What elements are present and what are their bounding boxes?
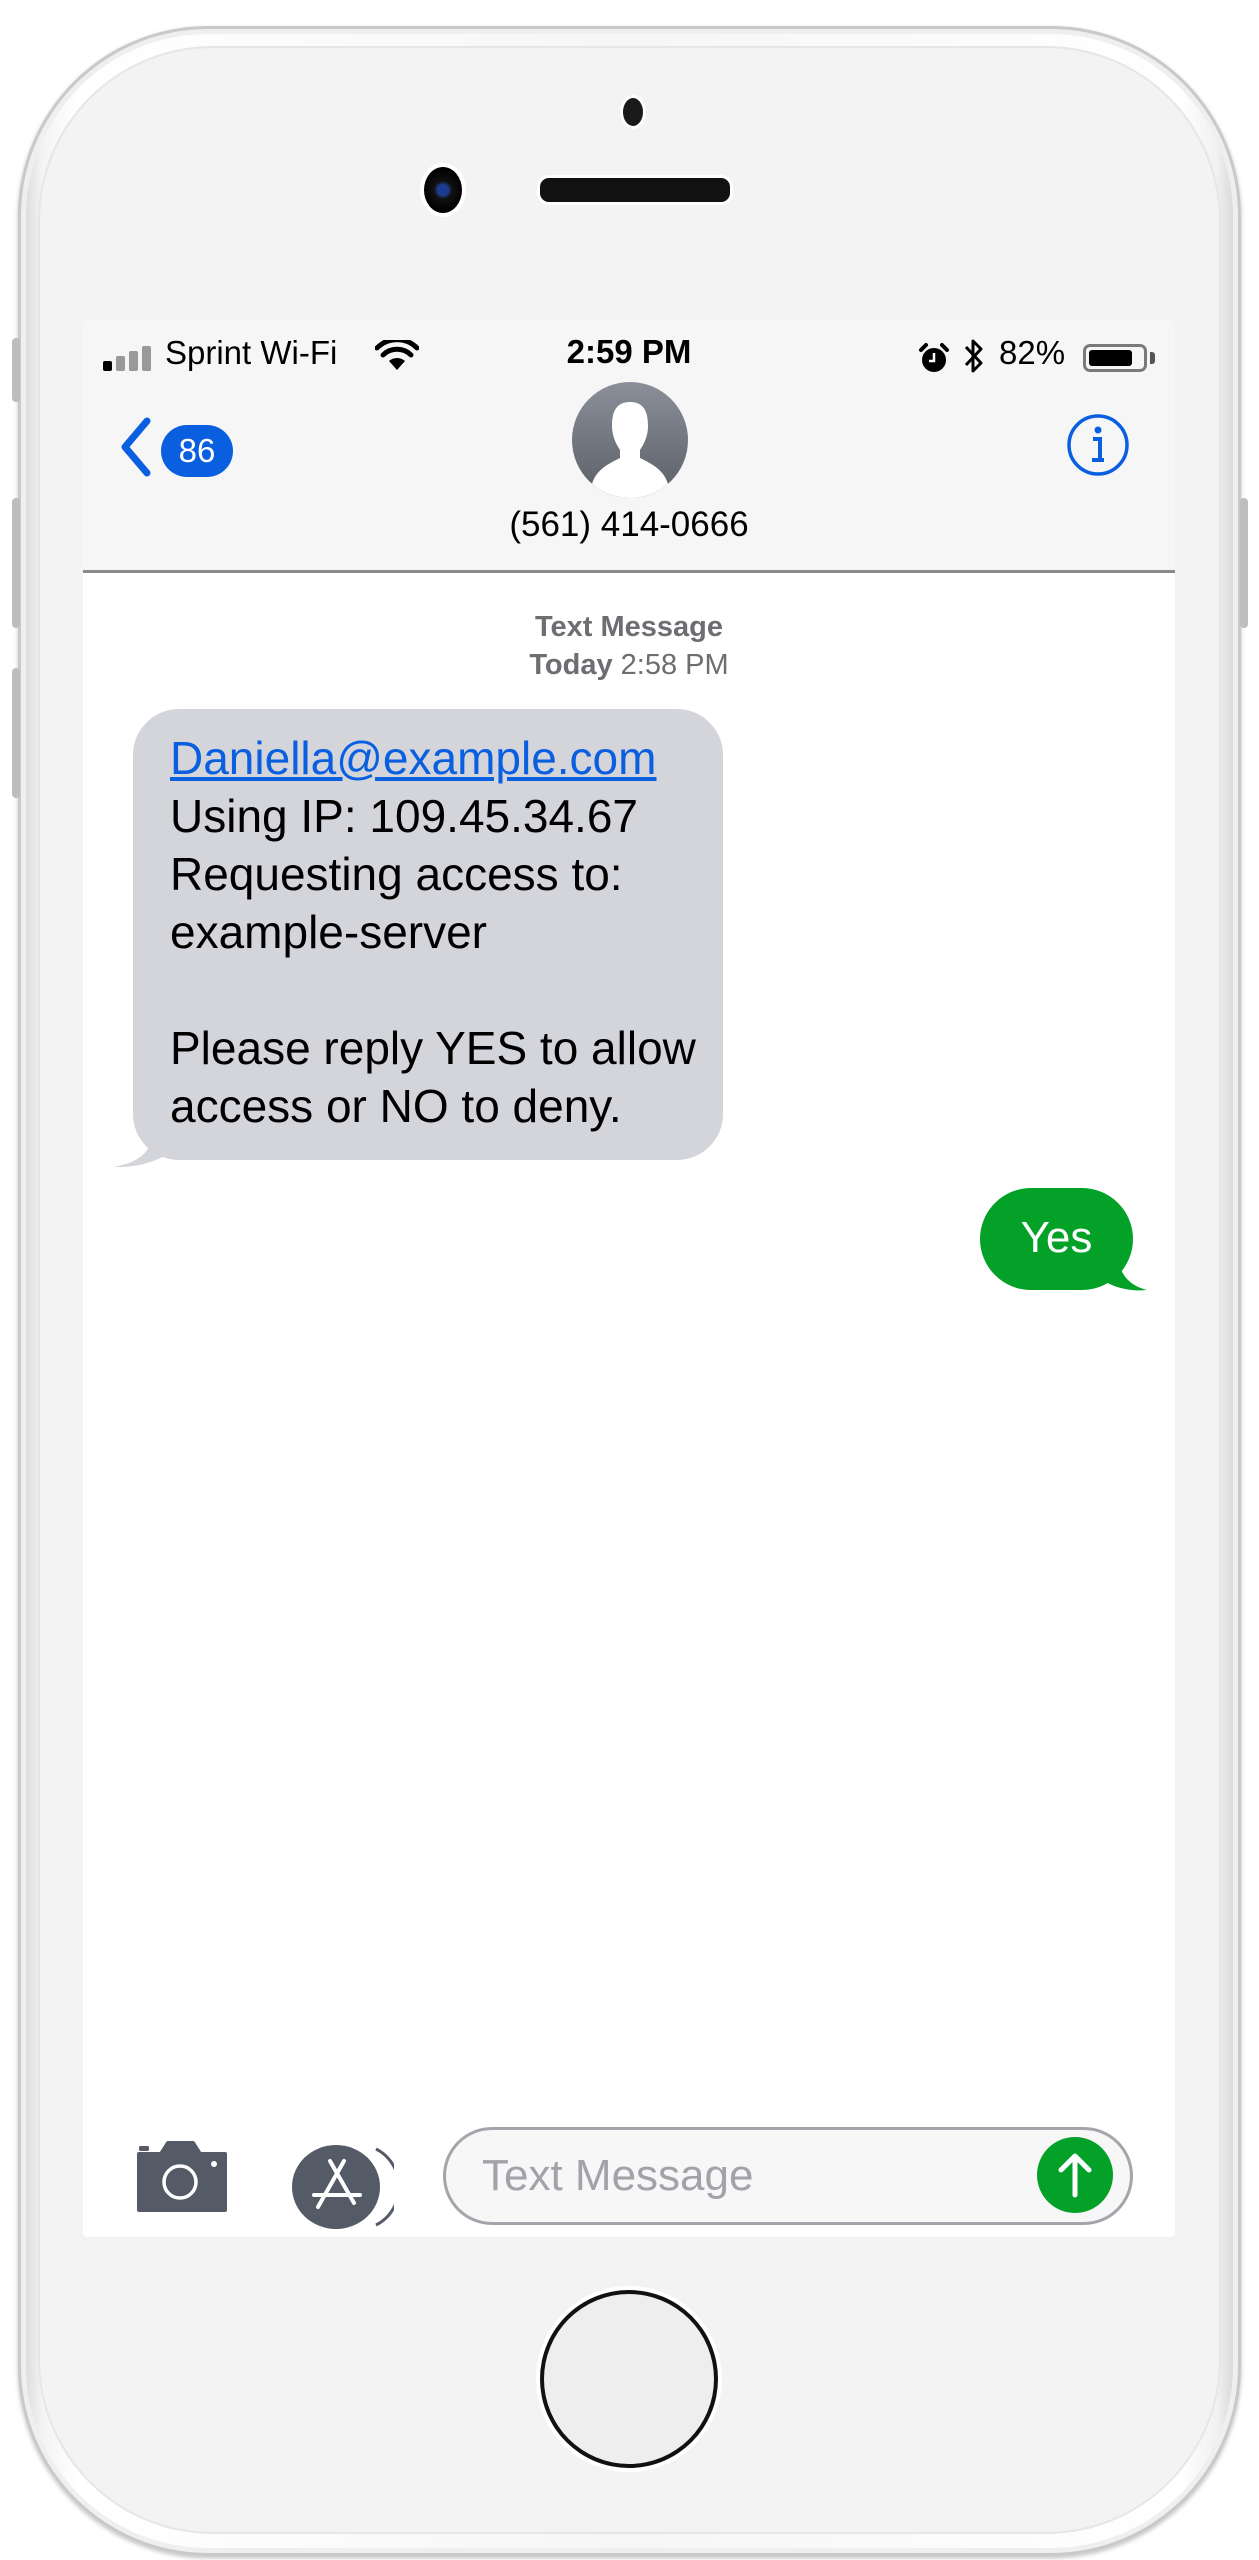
earpiece-speaker <box>537 175 733 205</box>
message-timestamp: Text Message Today 2:58 PM <box>83 608 1175 684</box>
camera-icon[interactable] <box>135 2140 229 2214</box>
proximity-sensor <box>620 95 646 129</box>
incoming-message-body: Using IP: 109.45.34.67 Requesting access… <box>170 790 696 1132</box>
unread-count-badge: 86 <box>161 425 233 477</box>
front-camera <box>420 163 466 217</box>
battery-terminal <box>1150 352 1155 364</box>
home-button[interactable] <box>540 2290 718 2468</box>
contact-name[interactable]: (561) 414-0666 <box>83 505 1175 545</box>
battery-percentage: 82% <box>999 334 1066 371</box>
conversation-header: Sprint Wi-Fi 2:59 PM 82% 86 (561) 414-06… <box>83 320 1175 573</box>
app-store-icon[interactable] <box>290 2143 394 2231</box>
alarm-clock-icon <box>919 343 949 372</box>
arrow-up-icon <box>1058 2153 1092 2198</box>
message-input[interactable] <box>443 2127 1133 2225</box>
message-time: 2:58 PM <box>620 649 729 681</box>
volume-down-button <box>12 668 20 798</box>
message-date-time: Today 2:58 PM <box>83 646 1175 684</box>
info-icon[interactable] <box>1066 413 1130 477</box>
battery-icon <box>1083 344 1147 372</box>
person-silhouette-icon <box>592 402 668 498</box>
incoming-message-bubble[interactable]: Daniella@example.com Using IP: 109.45.34… <box>133 709 723 1160</box>
email-link[interactable]: Daniella@example.com <box>170 732 656 784</box>
messages-screen: Sprint Wi-Fi 2:59 PM 82% 86 (561) 414-06… <box>83 320 1175 2237</box>
status-bar: Sprint Wi-Fi 2:59 PM 82% <box>83 320 1175 388</box>
battery-level-fill <box>1089 350 1132 366</box>
chevron-left-icon <box>121 417 151 477</box>
outgoing-message-bubble[interactable]: Yes <box>980 1188 1133 1290</box>
bluetooth-icon <box>964 339 983 373</box>
send-button[interactable] <box>1037 2137 1113 2213</box>
incoming-message-text: Daniella@example.com Using IP: 109.45.34… <box>170 729 710 1135</box>
volume-up-button <box>12 498 20 628</box>
message-day: Today <box>529 649 613 681</box>
contact-avatar[interactable] <box>572 382 688 498</box>
power-button <box>1240 498 1248 628</box>
message-service-label: Text Message <box>534 611 724 643</box>
mute-switch <box>12 338 20 402</box>
back-button[interactable]: 86 <box>119 415 239 483</box>
